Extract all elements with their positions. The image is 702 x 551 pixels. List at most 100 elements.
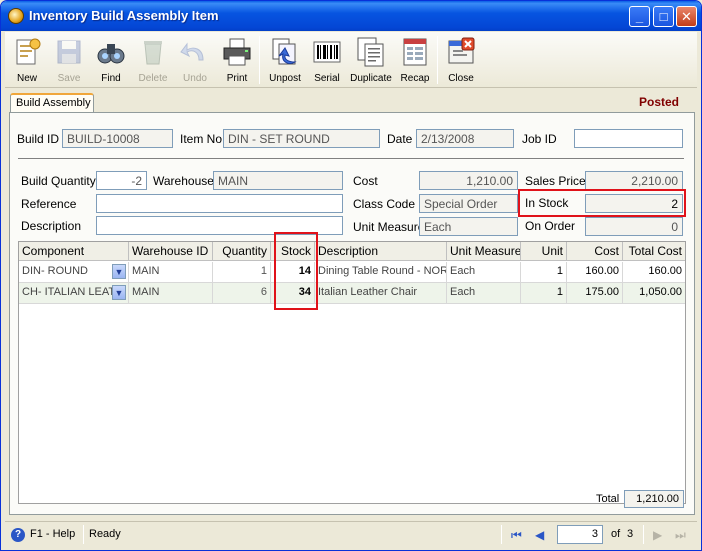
date-label: Date	[387, 132, 413, 146]
cell-cost[interactable]: 175.00	[567, 283, 623, 303]
cell-quantity[interactable]: 6	[213, 283, 271, 303]
undo-button[interactable]: Undo	[173, 34, 217, 86]
new-doc-icon	[11, 36, 43, 68]
unpost-button[interactable]: Unpost	[263, 34, 307, 86]
chevron-down-icon[interactable]: ▼	[112, 264, 126, 279]
app-icon	[8, 8, 24, 24]
table-row[interactable]: DIN- ROUND ▼ MAIN 1 14 Dining Table Roun…	[19, 262, 685, 283]
print-button[interactable]: Print	[215, 34, 259, 86]
cell-cost[interactable]: 160.00	[567, 262, 623, 282]
col-unit-measure[interactable]: Unit Measure	[447, 242, 521, 261]
total-field: 1,210.00	[624, 490, 684, 508]
class-code-label: Class Code	[353, 197, 416, 211]
minimize-button[interactable]: _	[629, 6, 650, 27]
description-label: Description	[21, 219, 82, 233]
status-separator	[83, 525, 84, 544]
of-label: of	[611, 528, 621, 540]
tab-build-assembly[interactable]: Build Assembly	[10, 93, 94, 113]
col-description[interactable]: Description	[315, 242, 447, 261]
on-order-label: On Order	[525, 219, 576, 233]
save-disk-icon	[53, 36, 85, 68]
printer-icon	[221, 36, 253, 68]
main-window: Inventory Build Assembly Item _ □ ✕ New …	[0, 0, 702, 551]
recap-icon	[399, 36, 431, 68]
new-button[interactable]: New	[5, 34, 49, 86]
next-record-icon[interactable]: ▶	[653, 528, 662, 542]
undo-arrow-icon	[179, 36, 211, 68]
cell-quantity[interactable]: 1	[213, 262, 271, 282]
maximize-button[interactable]: □	[653, 6, 674, 27]
status-bar: ? F1 - Help Ready ⏮ ◀ 3 of 3 ▶ ⏭	[5, 521, 697, 547]
cell-unit-measure[interactable]: Each	[447, 262, 521, 282]
warehouse-label: Warehouse	[153, 174, 214, 188]
toolbar-separator	[437, 36, 438, 84]
col-component[interactable]: Component	[19, 242, 129, 261]
reference-field[interactable]	[96, 194, 343, 213]
date-field[interactable]: 2/13/2008	[416, 129, 514, 148]
delete-button[interactable]: Delete	[131, 34, 175, 86]
col-cost[interactable]: Cost	[567, 242, 623, 261]
build-id-label: Build ID	[17, 132, 60, 146]
duplicate-button[interactable]: Duplicate	[349, 34, 393, 86]
recap-button[interactable]: Recap	[393, 34, 437, 86]
close-button[interactable]: ✕	[676, 6, 697, 27]
job-id-label: Job ID	[522, 132, 557, 146]
unit-measure-field[interactable]: Each	[419, 217, 518, 236]
status-separator	[643, 525, 644, 544]
class-code-field[interactable]: Special Order	[419, 194, 518, 213]
build-id-field[interactable]: BUILD-10008	[62, 129, 173, 148]
close-form-button[interactable]: Close	[439, 34, 483, 86]
binoculars-icon	[95, 36, 127, 68]
page-number-input[interactable]: 3	[557, 525, 603, 544]
col-warehouse-id[interactable]: Warehouse ID	[129, 242, 213, 261]
cell-description[interactable]: Dining Table Round - NORD	[315, 262, 447, 282]
build-quantity-label: Build Quantity	[21, 174, 96, 188]
build-quantity-field[interactable]: -2	[96, 171, 147, 190]
cell-unit-measure[interactable]: Each	[447, 283, 521, 303]
status-separator	[501, 525, 502, 544]
cell-description[interactable]: Italian Leather Chair	[315, 283, 447, 303]
close-window-icon	[445, 36, 477, 68]
sales-price-field[interactable]: 2,210.00	[585, 171, 683, 190]
grid-header: Component Warehouse ID Quantity Stock De…	[19, 242, 685, 261]
cell-warehouse[interactable]: MAIN	[129, 283, 213, 303]
item-no-field[interactable]: DIN - SET ROUND	[223, 129, 380, 148]
col-quantity[interactable]: Quantity	[213, 242, 271, 261]
barcode-icon	[311, 36, 343, 68]
previous-record-icon[interactable]: ◀	[535, 528, 544, 542]
total-pages: 3	[627, 528, 634, 540]
toolbar: New Save Find Delete Undo Print Unpost S…	[5, 32, 697, 88]
status-text: Ready	[89, 528, 121, 540]
item-no-label: Item No	[180, 132, 223, 146]
on-order-field[interactable]: 0	[585, 217, 683, 236]
job-id-field[interactable]	[574, 129, 683, 148]
posted-status: Posted	[638, 95, 679, 109]
cell-total-cost: 1,050.00	[639, 286, 682, 298]
cell-unit[interactable]: 1	[521, 262, 567, 282]
col-unit[interactable]: Unit	[521, 242, 567, 261]
find-button[interactable]: Find	[89, 34, 133, 86]
first-record-icon[interactable]: ⏮	[511, 528, 522, 543]
divider	[18, 158, 684, 159]
save-button[interactable]: Save	[47, 34, 91, 86]
col-total-cost[interactable]: Total Cost	[623, 242, 685, 261]
cell-warehouse[interactable]: MAIN	[129, 262, 213, 282]
reference-label: Reference	[21, 197, 77, 211]
help-text[interactable]: F1 - Help	[30, 528, 75, 540]
serial-button[interactable]: Serial	[305, 34, 349, 86]
cost-label: Cost	[353, 174, 378, 188]
build-assembly-panel: Build ID BUILD-10008 Item No DIN - SET R…	[9, 112, 695, 515]
cell-unit[interactable]: 1	[521, 283, 567, 303]
components-grid: Component Warehouse ID Quantity Stock De…	[18, 241, 686, 504]
warehouse-field[interactable]: MAIN	[213, 171, 343, 190]
cost-field[interactable]: 1,210.00	[419, 171, 518, 190]
last-record-icon[interactable]: ⏭	[675, 528, 686, 543]
unit-measure-label: Unit Measure	[353, 220, 425, 234]
table-row[interactable]: CH- ITALIAN LEATH ▼ MAIN 6 34 Italian Le…	[19, 283, 685, 304]
recycle-bin-icon	[137, 36, 169, 68]
toolbar-separator	[259, 36, 260, 84]
unpost-icon	[269, 36, 301, 68]
stock-column-highlight	[274, 232, 318, 310]
chevron-down-icon[interactable]: ▼	[112, 285, 126, 300]
help-icon[interactable]: ?	[11, 528, 25, 542]
